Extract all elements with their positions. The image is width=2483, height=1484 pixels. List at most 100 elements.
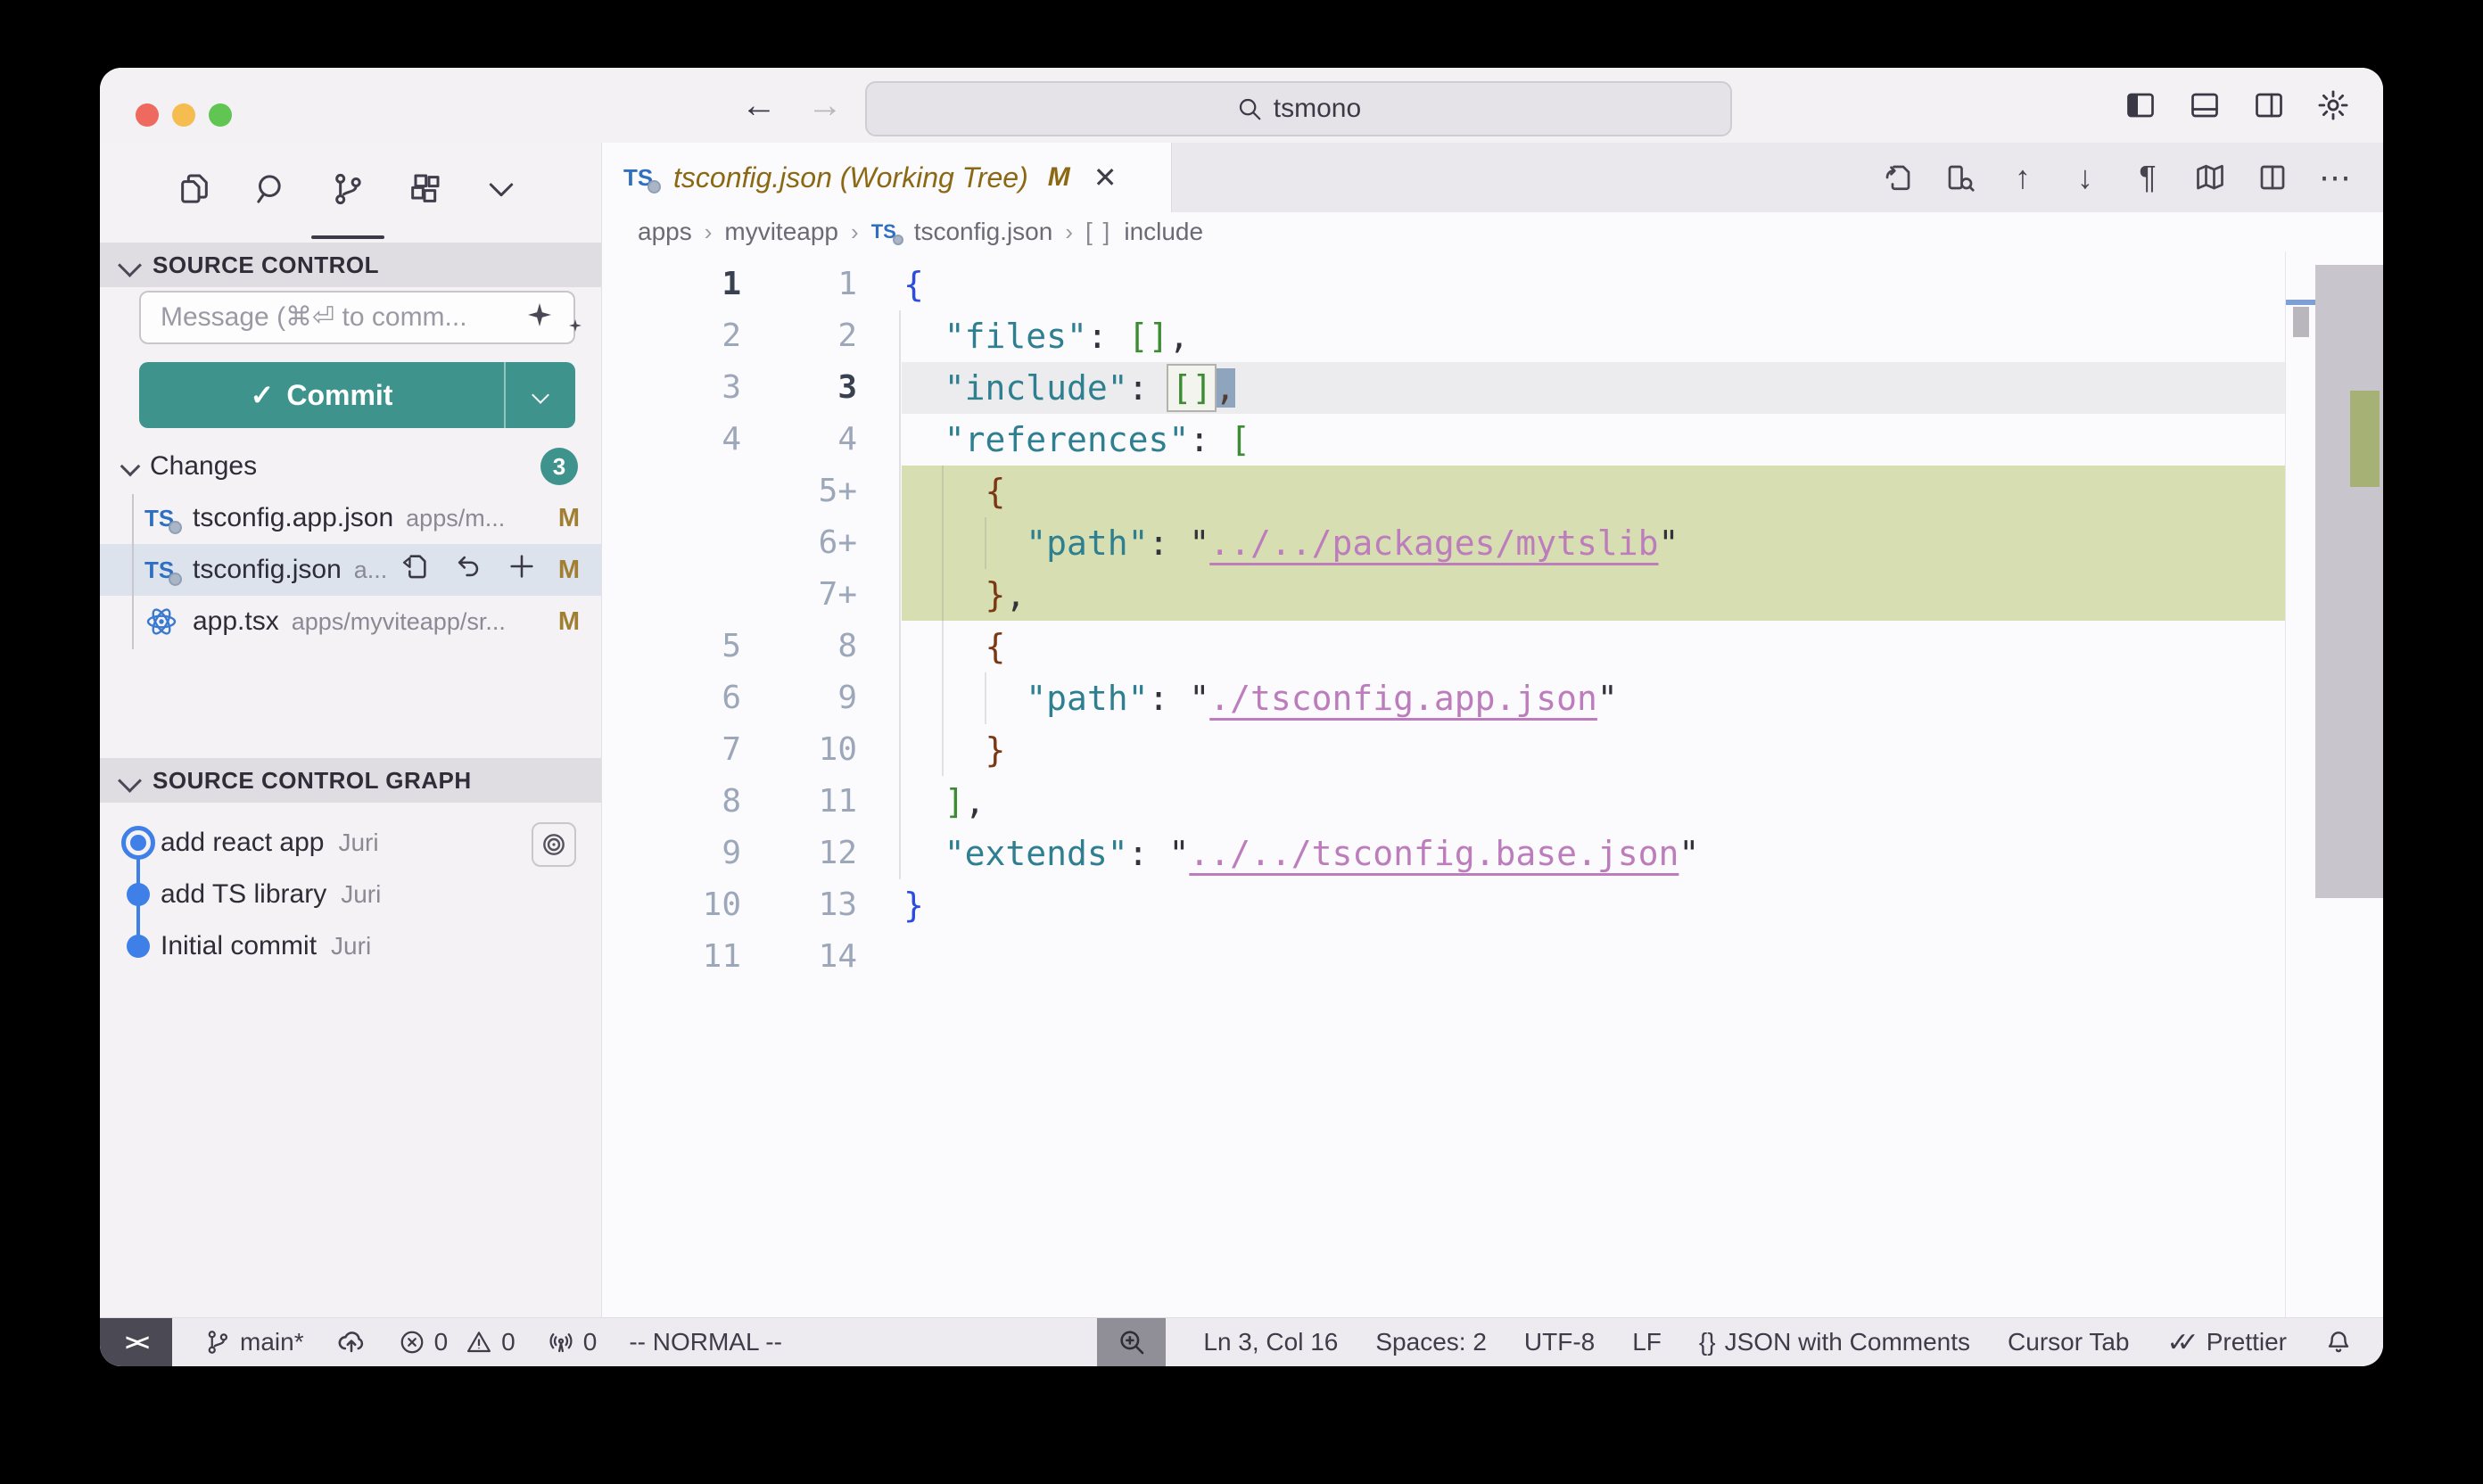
line-number: 1 [741, 259, 857, 310]
zoom-window-button[interactable] [209, 103, 232, 127]
code-line[interactable]: 44 "references": [ [602, 414, 2286, 466]
code-line[interactable]: 5+ { [602, 466, 2286, 517]
close-window-button[interactable] [136, 103, 159, 127]
explorer-icon[interactable] [175, 162, 214, 216]
open-file-icon[interactable] [400, 551, 430, 589]
gutter-spacer [857, 517, 902, 569]
code-line[interactable]: 912 "extends": "../../tsconfig.base.json… [602, 828, 2286, 879]
render-whitespace-icon[interactable]: ¶ [2130, 158, 2165, 197]
zoom-indicator[interactable] [1097, 1318, 1166, 1366]
commit-row[interactable]: add react app Juri [100, 817, 601, 869]
source-control-graph-header[interactable]: SOURCE CONTROL GRAPH [100, 758, 601, 803]
code-text: "references": [ [902, 414, 2286, 466]
command-center-search[interactable]: tsmono [865, 81, 1732, 136]
commit-author: Juri [338, 829, 378, 857]
vim-mode-indicator[interactable]: -- NORMAL -- [629, 1328, 782, 1356]
code-line[interactable]: 7+ }, [602, 569, 2286, 621]
vim-mode-text: -- NORMAL -- [629, 1328, 782, 1356]
close-tab-icon[interactable]: ✕ [1093, 161, 1118, 194]
gutter-spacer [857, 310, 902, 362]
code-line[interactable]: 1013} [602, 879, 2286, 931]
commit-message-input[interactable] [139, 291, 575, 344]
settings-gear-icon[interactable] [2314, 86, 2353, 125]
problems-status[interactable]: 0 0 [399, 1328, 516, 1356]
breadcrumb-item-apps[interactable]: apps [638, 218, 692, 246]
publish-changes-button[interactable] [336, 1327, 367, 1357]
commit-button[interactable]: ✓ Commit [139, 362, 575, 428]
gutter-spacer [857, 466, 902, 517]
formatter-status[interactable]: ✓✓ Prettier [2166, 1327, 2287, 1358]
generate-commit-message-icon[interactable] [528, 303, 551, 331]
code-line[interactable]: 11{ [602, 259, 2286, 310]
branch-status[interactable]: main* [204, 1328, 304, 1356]
file-row-tsconfig-app-json[interactable]: TS tsconfig.app.json apps/m... M [100, 492, 601, 544]
modified-badge: M [558, 607, 580, 637]
next-change-icon[interactable]: ↓ [2067, 158, 2103, 197]
code-line[interactable]: 69 "path": "./tsconfig.app.json" [602, 672, 2286, 724]
back-button[interactable]: ← [738, 84, 780, 127]
file-row-app-tsx[interactable]: app.tsx apps/myviteapp/sr... M [100, 596, 601, 647]
more-actions-icon[interactable]: ⋯ [2317, 158, 2353, 197]
previous-change-icon[interactable]: ↑ [2005, 158, 2041, 197]
breadcrumb-item-myviteapp[interactable]: myviteapp [724, 218, 838, 246]
discard-changes-icon[interactable] [453, 551, 483, 589]
commit-dot-icon [127, 935, 150, 958]
notifications-bell-icon[interactable] [2324, 1328, 2353, 1356]
code-line[interactable]: 6+ "path": "../../packages/mytslib" [602, 517, 2286, 569]
code-line[interactable]: 710 } [602, 724, 2286, 776]
tab-completion-status[interactable]: Cursor Tab [2008, 1328, 2129, 1356]
ports-status[interactable]: 0 [548, 1328, 598, 1356]
commit-dropdown-button[interactable] [504, 362, 575, 428]
remote-indicator[interactable]: >< [100, 1318, 172, 1366]
code-text: } [902, 879, 2286, 931]
commit-row[interactable]: Initial commit Juri [100, 920, 601, 972]
toggle-primary-sidebar-icon[interactable] [2121, 86, 2160, 125]
array-symbol-icon: [ ] [1085, 218, 1111, 246]
more-views-chevron-icon[interactable] [482, 162, 521, 216]
open-file-icon[interactable] [1880, 158, 1916, 197]
tab-tsconfig-json-working-tree[interactable]: TS tsconfig.json (Working Tree) M ✕ [602, 143, 1172, 212]
commit-message: add TS library [161, 879, 326, 910]
encoding-status[interactable]: UTF-8 [1524, 1328, 1595, 1356]
ports-count: 0 [583, 1328, 598, 1356]
toggle-panel-icon[interactable] [2185, 86, 2224, 125]
tab-modified-badge: M [1048, 162, 1070, 193]
line-number: 2 [741, 310, 857, 362]
map-icon[interactable] [2192, 158, 2228, 197]
file-path: apps/m... [406, 505, 546, 532]
diff-editor[interactable]: 11{22 "files": [],33 "include": [],44 "r… [602, 251, 2383, 1317]
changes-section-header[interactable]: Changes 3 [100, 444, 601, 489]
toggle-secondary-sidebar-icon[interactable] [2249, 86, 2289, 125]
breadcrumb-item-tsconfig-json[interactable]: tsconfig.json [914, 218, 1053, 246]
minimize-window-button[interactable] [172, 103, 195, 127]
scrollbar-slider[interactable] [2315, 265, 2383, 898]
source-control-section-header[interactable]: SOURCE CONTROL [100, 243, 601, 287]
goto-head-button[interactable] [532, 822, 576, 867]
warning-count: 0 [501, 1328, 516, 1356]
code-line[interactable]: 33 "include": [], [602, 362, 2286, 414]
source-control-icon[interactable] [328, 162, 367, 216]
code-line[interactable]: 22 "files": [], [602, 310, 2286, 362]
line-number: 10 [602, 879, 741, 931]
line-number: 1 [602, 259, 741, 310]
cursor-position-status[interactable]: Ln 3, Col 16 [1203, 1328, 1338, 1356]
eol-status[interactable]: LF [1632, 1328, 1662, 1356]
indentation-status[interactable]: Spaces: 2 [1375, 1328, 1487, 1356]
overview-ruler [2285, 251, 2383, 1317]
code-line[interactable]: 58 { [602, 621, 2286, 672]
forward-button[interactable]: → [804, 84, 846, 127]
commit-row[interactable]: add TS library Juri [100, 869, 601, 920]
language-mode-status[interactable]: {} JSON with Comments [1699, 1328, 1970, 1356]
compare-changes-icon[interactable] [1943, 158, 1978, 197]
stage-changes-icon[interactable] [507, 551, 537, 589]
breadcrumb-separator: › [851, 218, 859, 246]
breadcrumb-item-include[interactable]: include [1124, 218, 1203, 246]
code-line[interactable]: 1114 [602, 931, 2286, 983]
file-row-tsconfig-json[interactable]: TS tsconfig.json a... [100, 544, 601, 596]
search-view-icon[interactable] [252, 162, 291, 216]
split-editor-icon[interactable] [2255, 158, 2290, 197]
code-line[interactable]: 811 ], [602, 776, 2286, 828]
line-number: 6+ [741, 517, 857, 569]
extensions-icon[interactable] [405, 162, 444, 216]
gutter-spacer [857, 259, 902, 310]
